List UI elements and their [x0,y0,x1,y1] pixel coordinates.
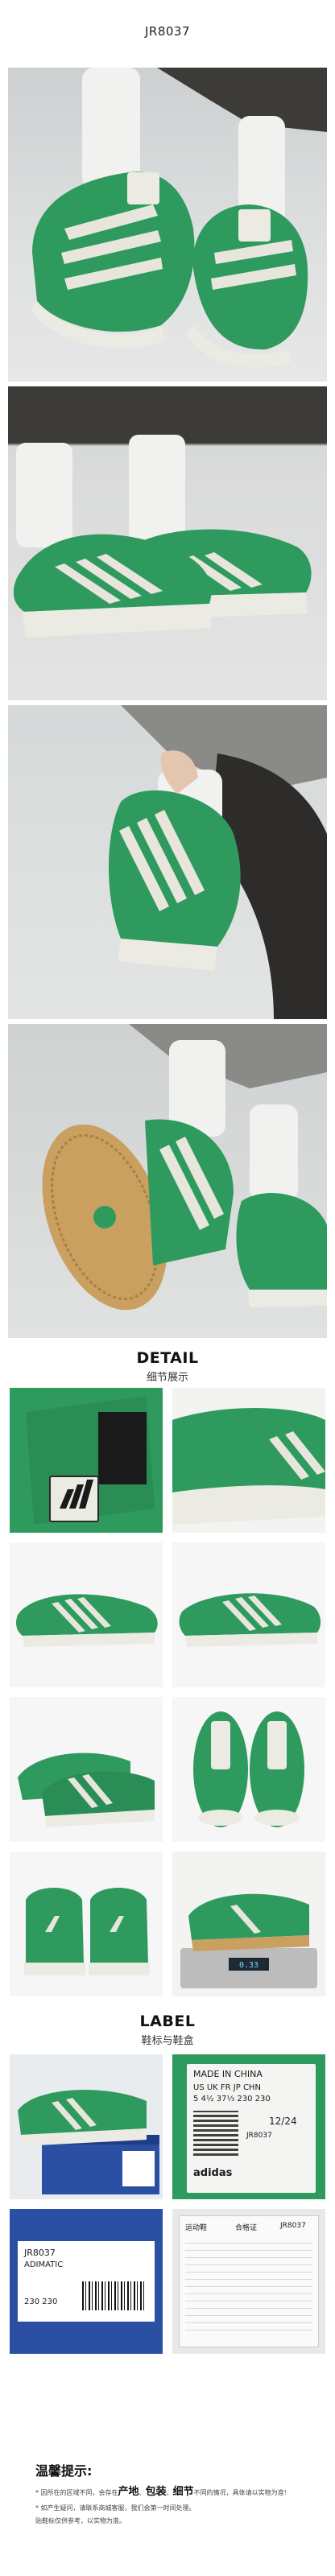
box-barcode [82,2281,147,2310]
tips-line-1-prefix: * 因所在的区域不同，会存在 [35,2489,118,2496]
detail-tongue-label [10,1388,163,1533]
tag-made-in: MADE IN CHINA [193,2069,263,2079]
detail-section-title: DETAIL [136,1349,199,1367]
product-photo-front [8,68,327,382]
box-label-name: ADIMATIC [24,2260,64,2269]
product-code: JR8037 [144,24,191,39]
detail-pair-angle [10,1697,163,1842]
tips-keyword-detail: 细节 [172,2486,194,2498]
tips-line-3: 贴鞋标仅供参考，以实物为准。 [35,2517,126,2524]
box-label-sizes: 230 230 [24,2297,58,2306]
product-photo-side-pair [8,386,327,700]
tips-keyword-origin: 产地 [118,2486,139,2498]
tag-size-regions: US UK FR JP CHN [193,2083,261,2092]
tips-line-1-suffix: 不同的情况，具体请以实物为准! [193,2489,287,2496]
tips-line-1: * 因所在的区域不同，会存在产地、包装、细节不同的情况，具体请以实物为准! [35,2486,287,2498]
detail-side-right [172,1542,325,1687]
tag-size-values: 5 4½ 37⅓ 230 230 [193,2095,271,2103]
detail-toe-suede [172,1388,325,1533]
detail-section-subtitle: 细节展示 [146,1372,188,1384]
product-detail-page: JR8037 DETAIL 细节展示 0.33 LABEL 鞋标与鞋盒 MADE… [0,0,335,2576]
label-section-title: LABEL [139,2013,196,2030]
tips-line-2: * 如产生疑问，请联系商城客服，我们会第一时间处理。 [35,2504,196,2512]
tag-article: JR8037 [246,2132,272,2140]
detail-top-down [172,1697,325,1842]
label-size-tag-photo: MADE IN CHINA US UK FR JP CHN 5 4½ 37⅓ 2… [172,2054,325,2199]
label-box-end-photo: JR8037 ADIMATIC 230 230 [10,2209,163,2354]
tips-title: 温馨提示: [35,2463,93,2479]
box-label-code: JR8037 [24,2248,56,2258]
product-photo-outsole [8,1024,327,1338]
tag-date: 12/24 [269,2116,297,2127]
label-certificate-photo: 运动鞋 合格证 JR8037 [172,2209,325,2354]
scale-reading: 0.33 [239,1961,258,1970]
detail-side-left [10,1542,163,1687]
tag-qr-code [193,2111,238,2156]
label-section-subtitle: 鞋标与鞋盒 [141,2035,194,2047]
product-photo-on-foot [8,705,327,1019]
detail-heel-view [10,1852,163,1996]
receipt-code: JR8037 [280,2222,306,2230]
detail-scale-weight: 0.33 [172,1852,325,1996]
label-shoebox-photo [10,2054,163,2199]
receipt-brand-line: 运动鞋 [185,2224,208,2232]
receipt-title: 合格证 [235,2224,258,2232]
tag-brand: adidas [193,2167,233,2179]
tips-keyword-packaging: 包装 [145,2486,167,2498]
